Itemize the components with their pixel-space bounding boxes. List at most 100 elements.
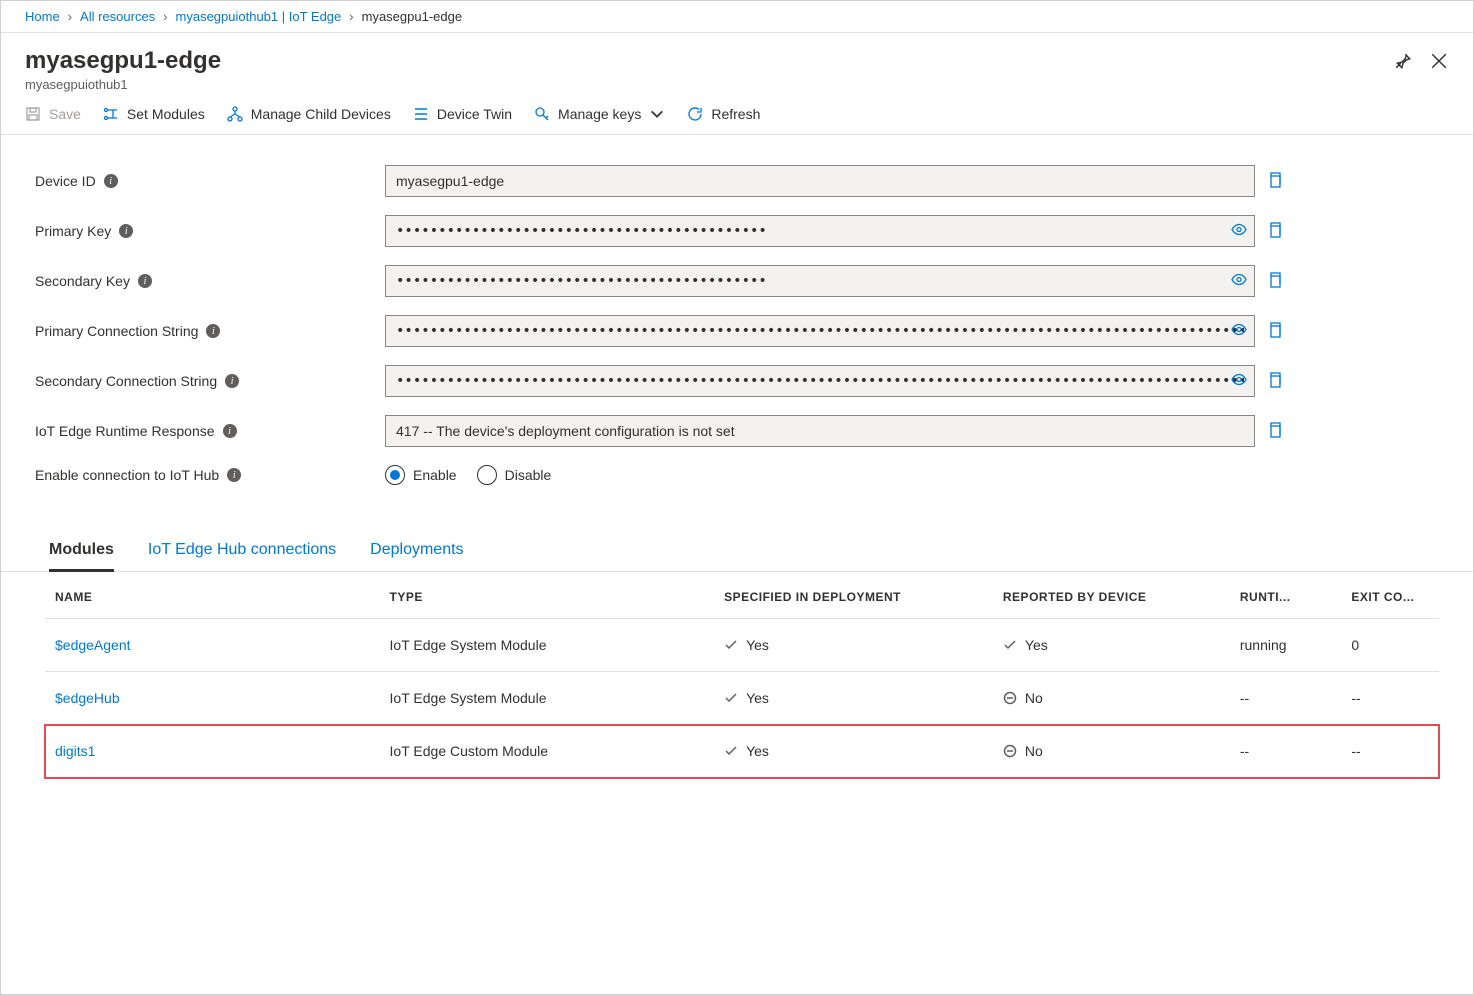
breadcrumb-hub[interactable]: myasegpuiothub1 | IoT Edge: [176, 9, 342, 24]
list-icon: [413, 106, 429, 122]
specified-cell: Yes: [724, 690, 983, 706]
device-id-field[interactable]: [385, 165, 1255, 197]
enable-label: Enable: [413, 467, 457, 483]
toolbar: Save Set Modules Manage Child Devices De…: [1, 100, 1473, 135]
save-label: Save: [49, 106, 81, 122]
reported-cell: No: [1003, 743, 1220, 759]
table-row: $edgeAgentIoT Edge System ModuleYesYesru…: [45, 619, 1439, 672]
manage-child-devices-button[interactable]: Manage Child Devices: [227, 106, 391, 122]
specified-cell: Yes: [724, 743, 983, 759]
copy-icon[interactable]: [1267, 222, 1285, 241]
chevron-right-icon: ›: [349, 9, 353, 24]
specified-cell: Yes: [724, 637, 983, 653]
table-row: $edgeHub IoT Edge System Module Yes No ----: [45, 672, 1439, 725]
module-type: IoT Edge System Module: [380, 619, 715, 672]
module-type: IoT Edge System Module: [380, 672, 715, 725]
breadcrumb-current: myasegpu1-edge: [362, 9, 462, 24]
breadcrumb-home[interactable]: Home: [25, 9, 60, 24]
info-icon[interactable]: i: [225, 374, 239, 388]
module-type: IoT Edge Custom Module: [380, 725, 715, 778]
exit-code: --: [1341, 725, 1439, 778]
modules-icon: [103, 106, 119, 122]
enable-connection-label: Enable connection to IoT Hub: [35, 467, 219, 483]
radio-unselected-icon: [477, 465, 497, 485]
manage-keys-button[interactable]: Manage keys: [534, 106, 665, 122]
tab-deployments[interactable]: Deployments: [370, 541, 463, 571]
info-icon[interactable]: i: [119, 224, 133, 238]
tab-modules[interactable]: Modules: [49, 541, 114, 572]
manage-keys-label: Manage keys: [558, 106, 641, 122]
chevron-right-icon: ›: [163, 9, 167, 24]
col-exit[interactable]: EXIT CO...: [1341, 572, 1439, 619]
page-title: myasegpu1-edge: [25, 47, 221, 75]
enable-radio[interactable]: Enable: [385, 465, 457, 485]
module-name-link[interactable]: digits1: [55, 743, 95, 759]
primary-key-label: Primary Key: [35, 223, 111, 239]
copy-icon[interactable]: [1267, 172, 1285, 191]
copy-icon[interactable]: [1267, 372, 1285, 391]
col-type[interactable]: TYPE: [380, 572, 715, 619]
reveal-icon[interactable]: [1231, 222, 1247, 241]
disable-label: Disable: [505, 467, 552, 483]
chevron-right-icon: ›: [68, 9, 72, 24]
reported-cell: Yes: [1003, 637, 1220, 653]
exit-code: 0: [1341, 619, 1439, 672]
runtime-response-label: IoT Edge Runtime Response: [35, 423, 215, 439]
set-modules-button[interactable]: Set Modules: [103, 106, 205, 122]
info-icon[interactable]: i: [206, 324, 220, 338]
reveal-icon[interactable]: [1231, 322, 1247, 341]
info-icon[interactable]: i: [227, 468, 241, 482]
copy-icon[interactable]: [1267, 422, 1285, 441]
table-row: digits1 IoT Edge Custom Module Yes No ----: [45, 725, 1439, 778]
close-icon[interactable]: [1429, 51, 1449, 71]
module-name-link[interactable]: $edgeAgent: [55, 637, 131, 653]
primary-cs-label: Primary Connection String: [35, 323, 198, 339]
breadcrumb-all-resources[interactable]: All resources: [80, 9, 155, 24]
runtime-status: --: [1230, 725, 1342, 778]
page-subtitle: myasegpuiothub1: [25, 77, 221, 92]
col-reported[interactable]: REPORTED BY DEVICE: [993, 572, 1230, 619]
chevron-down-icon: [649, 106, 665, 122]
device-form: Device ID i Primary Key i Secondary Key i P…: [1, 135, 1473, 513]
tabs: Modules IoT Edge Hub connections Deploym…: [1, 513, 1473, 572]
secondary-cs-field[interactable]: [385, 365, 1255, 397]
device-twin-label: Device Twin: [437, 106, 512, 122]
col-name[interactable]: NAME: [45, 572, 380, 619]
save-button: Save: [25, 106, 81, 122]
secondary-key-label: Secondary Key: [35, 273, 130, 289]
runtime-status: --: [1230, 672, 1342, 725]
secondary-key-field[interactable]: [385, 265, 1255, 297]
reported-cell: No: [1003, 690, 1220, 706]
device-twin-button[interactable]: Device Twin: [413, 106, 512, 122]
exit-code: --: [1341, 672, 1439, 725]
hierarchy-icon: [227, 106, 243, 122]
primary-key-field[interactable]: [385, 215, 1255, 247]
refresh-label: Refresh: [711, 106, 760, 122]
device-id-label: Device ID: [35, 173, 96, 189]
tab-connections[interactable]: IoT Edge Hub connections: [148, 541, 336, 571]
key-icon: [534, 106, 550, 122]
manage-child-label: Manage Child Devices: [251, 106, 391, 122]
info-icon[interactable]: i: [223, 424, 237, 438]
page-header: myasegpu1-edge myasegpuiothub1: [1, 33, 1473, 100]
secondary-cs-label: Secondary Connection String: [35, 373, 217, 389]
copy-icon[interactable]: [1267, 322, 1285, 341]
reveal-icon[interactable]: [1231, 372, 1247, 391]
info-icon[interactable]: i: [138, 274, 152, 288]
primary-cs-field[interactable]: [385, 315, 1255, 347]
copy-icon[interactable]: [1267, 272, 1285, 291]
pin-icon[interactable]: [1393, 51, 1413, 71]
info-icon[interactable]: i: [104, 174, 118, 188]
col-runtime[interactable]: RUNTI...: [1230, 572, 1342, 619]
disable-radio[interactable]: Disable: [477, 465, 552, 485]
radio-selected-icon: [385, 465, 405, 485]
module-name-link[interactable]: $edgeHub: [55, 690, 120, 706]
save-icon: [25, 106, 41, 122]
refresh-icon: [687, 106, 703, 122]
modules-table: NAME TYPE SPECIFIED IN DEPLOYMENT REPORT…: [45, 572, 1439, 778]
reveal-icon[interactable]: [1231, 272, 1247, 291]
col-specified[interactable]: SPECIFIED IN DEPLOYMENT: [714, 572, 993, 619]
refresh-button[interactable]: Refresh: [687, 106, 760, 122]
runtime-response-field[interactable]: [385, 415, 1255, 447]
breadcrumb: Home › All resources › myasegpuiothub1 |…: [1, 1, 1473, 33]
